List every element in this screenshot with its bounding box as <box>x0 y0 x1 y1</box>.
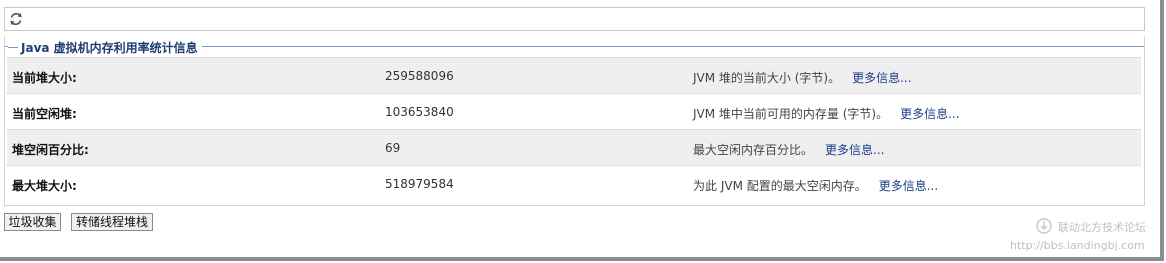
row-value: 103653840 <box>385 105 454 119</box>
description-text: JVM 堆中当前可用的内存量 (字节)。 <box>693 107 889 121</box>
more-info-link[interactable]: 更多信息... <box>900 107 959 121</box>
row-label: 堆空闲百分比: <box>12 143 89 157</box>
table-row: 堆空闲百分比: 69 最大空闲内存百分比。 更多信息... <box>7 129 1141 165</box>
row-value: 259588096 <box>385 69 454 83</box>
row-label: 当前空闲堆: <box>12 107 77 121</box>
stats-table: 当前堆大小: 259588096 JVM 堆的当前大小 (字节)。 更多信息...… <box>7 57 1141 201</box>
memory-stats-panel: Java 虚拟机内存利用率统计信息 当前堆大小: 259588096 JVM 堆… <box>4 36 1145 206</box>
row-description: JVM 堆中当前可用的内存量 (字节)。 更多信息... <box>693 105 960 122</box>
row-value: 69 <box>385 141 401 155</box>
row-description: 为此 JVM 配置的最大空闲内存。 更多信息... <box>693 177 938 194</box>
more-info-link[interactable]: 更多信息... <box>825 143 884 157</box>
dump-thread-stack-button[interactable]: 转储线程堆栈 <box>71 213 153 231</box>
garbage-collect-button[interactable]: 垃圾收集 <box>4 213 61 231</box>
legend-dash <box>8 47 18 48</box>
row-label: 当前堆大小: <box>12 71 77 85</box>
section-legend: Java 虚拟机内存利用率统计信息 <box>8 39 202 56</box>
description-text: 为此 JVM 配置的最大空闲内存。 <box>693 179 867 193</box>
watermark-name: 联动北方技术论坛 <box>1058 221 1146 234</box>
table-row: 当前空闲堆: 103653840 JVM 堆中当前可用的内存量 (字节)。 更多信… <box>7 93 1141 129</box>
row-description: JVM 堆的当前大小 (字节)。 更多信息... <box>693 69 912 86</box>
table-row: 最大堆大小: 518979584 为此 JVM 配置的最大空闲内存。 更多信息..… <box>7 165 1141 201</box>
description-text: JVM 堆的当前大小 (字节)。 <box>693 71 841 85</box>
refresh-icon[interactable] <box>8 11 24 27</box>
watermark-logo-icon <box>1036 218 1052 234</box>
row-label: 最大堆大小: <box>12 179 77 193</box>
description-text: 最大空闲内存百分比。 <box>693 143 814 157</box>
table-row: 当前堆大小: 259588096 JVM 堆的当前大小 (字节)。 更多信息... <box>7 57 1141 93</box>
more-info-link[interactable]: 更多信息... <box>879 179 938 193</box>
row-value: 518979584 <box>385 177 454 191</box>
section-title: Java 虚拟机内存利用率统计信息 <box>21 41 198 55</box>
watermark-url: http://bbs.landingbj.com <box>1010 239 1145 252</box>
toolbar <box>4 7 1145 31</box>
more-info-link[interactable]: 更多信息... <box>852 71 911 85</box>
row-description: 最大空闲内存百分比。 更多信息... <box>693 141 884 158</box>
